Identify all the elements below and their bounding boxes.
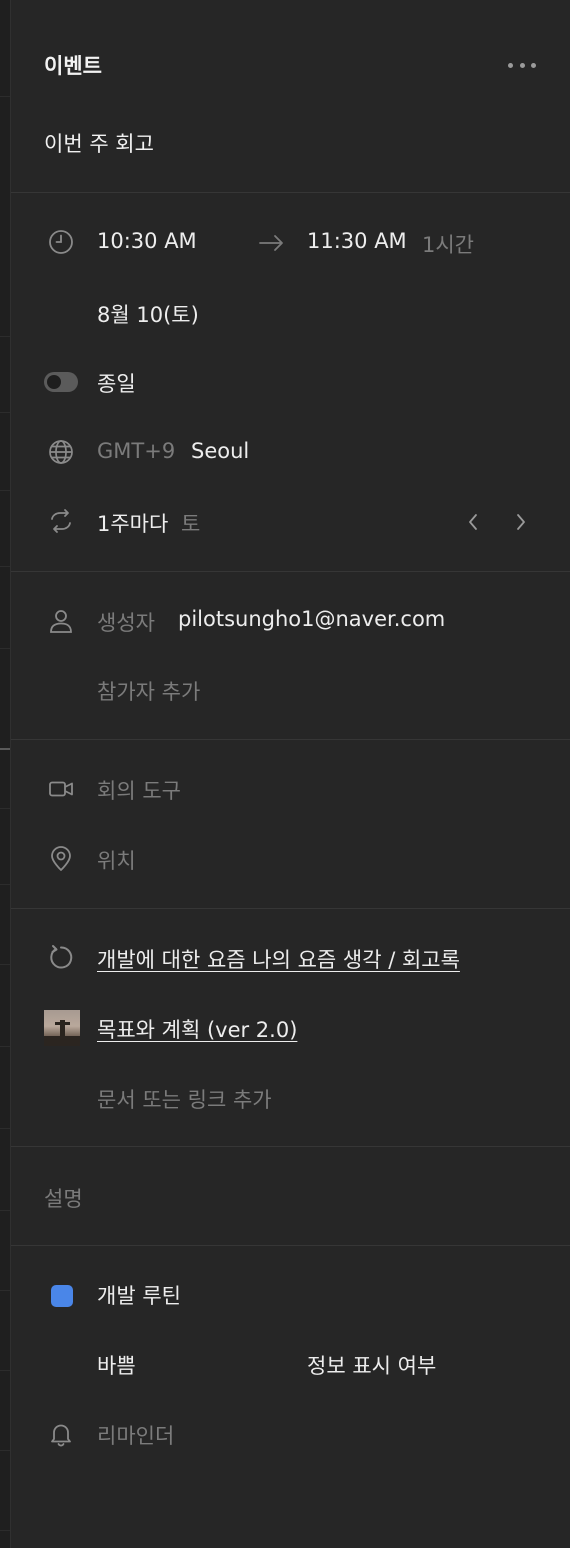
meeting-tool-button[interactable]: 회의 도구 xyxy=(97,775,181,805)
busy-status[interactable]: 바쁨 xyxy=(97,1350,136,1380)
divider xyxy=(11,1245,570,1246)
calendar-name[interactable]: 개발 루틴 xyxy=(97,1280,181,1310)
repeat-day[interactable]: 토 xyxy=(181,508,200,538)
timezone-city[interactable]: Seoul xyxy=(191,439,249,463)
clock-icon xyxy=(47,228,75,256)
location-pin-icon xyxy=(47,845,75,873)
refresh-page-icon xyxy=(47,943,75,971)
repeat-icon xyxy=(47,507,75,535)
add-attendee-button[interactable]: 참가자 추가 xyxy=(97,676,200,706)
timezone-offset[interactable]: GMT+9 xyxy=(97,439,175,463)
repeat-frequency[interactable]: 1주마다 xyxy=(97,508,168,538)
calendar-color-swatch xyxy=(51,1285,73,1307)
duration-label: 1시간 xyxy=(422,233,475,257)
chevron-right-icon[interactable] xyxy=(511,510,531,534)
panel-title: 이벤트 xyxy=(44,54,102,78)
divider xyxy=(11,739,570,740)
divider xyxy=(11,571,570,572)
calendar-grid-edge xyxy=(0,0,11,1548)
event-date[interactable]: 8월 10(토) xyxy=(97,299,199,329)
description-input[interactable]: 설명 xyxy=(44,1183,83,1213)
end-time[interactable]: 11:30 AM xyxy=(307,229,407,253)
arrow-right-icon xyxy=(257,229,285,257)
divider xyxy=(11,1146,570,1147)
all-day-toggle[interactable] xyxy=(44,372,78,392)
bell-icon xyxy=(47,1420,75,1448)
all-day-label: 종일 xyxy=(97,372,136,396)
divider xyxy=(11,908,570,909)
reminder-button[interactable]: 리마인더 xyxy=(97,1420,174,1450)
person-icon xyxy=(47,607,75,635)
document-link-1[interactable]: 개발에 대한 요즘 나의 요즘 생각 / 회고록 xyxy=(97,944,460,974)
creator-email: pilotsungho1@naver.com xyxy=(178,607,446,631)
globe-icon xyxy=(47,438,75,466)
creator-label: 생성자 xyxy=(97,611,155,635)
video-camera-icon xyxy=(47,775,75,803)
start-time[interactable]: 10:30 AM xyxy=(97,229,197,253)
chevron-left-icon[interactable] xyxy=(463,510,483,534)
location-input[interactable]: 위치 xyxy=(97,845,136,875)
more-options-icon[interactable] xyxy=(508,58,536,72)
divider xyxy=(11,192,570,193)
event-title-input[interactable]: 이번 주 회고 xyxy=(44,128,154,158)
visibility-setting[interactable]: 정보 표시 여부 xyxy=(307,1350,436,1380)
document-link-2[interactable]: 목표와 계획 (ver 2.0) xyxy=(97,1014,297,1044)
page-cover-thumbnail xyxy=(44,1010,80,1046)
event-detail-panel: 이벤트 이번 주 회고 10:30 AM 11:30 AM 1시간 8월 10(… xyxy=(11,0,570,1548)
add-document-button[interactable]: 문서 또는 링크 추가 xyxy=(97,1084,272,1114)
